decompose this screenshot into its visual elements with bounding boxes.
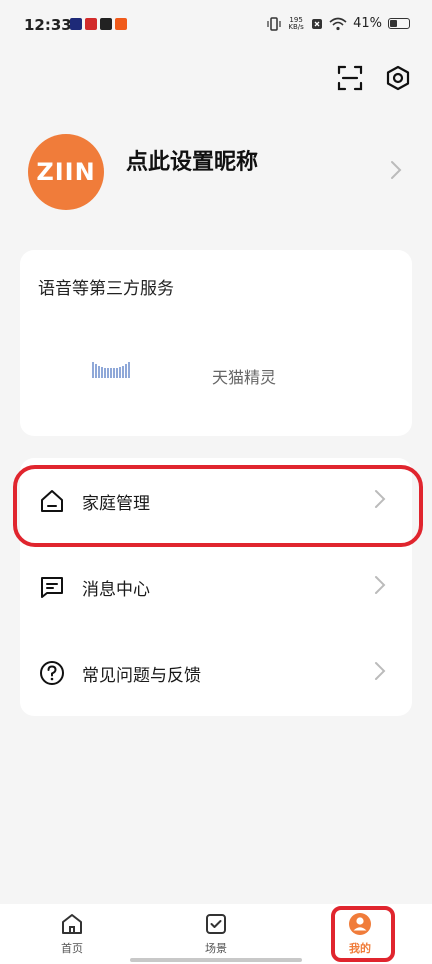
menu-item-message-center[interactable]: 消息中心 [20, 544, 412, 630]
vibrate-icon [267, 16, 281, 31]
chevron-right-icon [374, 575, 386, 599]
tmall-genie-logo[interactable] [90, 358, 134, 380]
wifi-icon [329, 17, 347, 30]
my-page-screen: 12:33 195 KB/s 41% ZIIN 点此设置昵称 语音等第三方服务 … [0, 0, 432, 964]
nav-label: 场景 [205, 942, 227, 955]
avatar[interactable]: ZIIN [28, 134, 104, 210]
battery-percent: 41% [353, 16, 382, 31]
chevron-right-icon [374, 661, 386, 685]
status-time: 12:33 [24, 16, 72, 34]
net-speed: 195 KB/s [287, 16, 305, 31]
notification-app-icon [115, 18, 127, 30]
menu-item-faq-feedback[interactable]: 常见问题与反馈 [20, 630, 412, 716]
notification-app-icon [85, 18, 97, 30]
voice-services-title: 语音等第三方服务 [38, 279, 174, 299]
profile-icon [349, 913, 371, 935]
net-speed-unit: KB/s [288, 22, 304, 31]
status-right: 195 KB/s 41% [267, 16, 410, 31]
notification-app-icon [70, 18, 82, 30]
nav-label: 首页 [61, 942, 83, 955]
sim-off-icon [312, 18, 323, 29]
settings-icon [386, 65, 410, 91]
profile-chevron-icon[interactable] [390, 160, 402, 184]
menu-card: 家庭管理 消息中心 常见问题与反馈 [20, 458, 412, 716]
nav-label: 我的 [349, 942, 371, 955]
nav-tab-scene[interactable]: 场景 [176, 904, 256, 964]
menu-label: 常见问题与反馈 [82, 665, 201, 686]
notification-icons [70, 18, 127, 30]
status-bar: 12:33 195 KB/s 41% [0, 0, 432, 50]
chevron-right-icon [374, 489, 386, 513]
nav-tab-me[interactable]: 我的 [320, 904, 400, 964]
notification-app-icon [100, 18, 112, 30]
nav-tab-home[interactable]: 首页 [32, 904, 112, 964]
home-indicator[interactable] [130, 958, 302, 962]
settings-button[interactable] [384, 64, 412, 92]
help-icon [38, 659, 66, 687]
avatar-logo-text: ZIIN [36, 158, 96, 186]
menu-item-family-management[interactable]: 家庭管理 [20, 458, 412, 544]
battery-icon [388, 18, 410, 29]
message-icon [38, 573, 66, 601]
menu-label: 家庭管理 [82, 493, 150, 514]
nickname-label[interactable]: 点此设置昵称 [126, 144, 258, 176]
scan-button[interactable] [336, 64, 364, 92]
bottom-navigation: 首页 场景 我的 [0, 904, 432, 964]
tmall-genie-label[interactable]: 天猫精灵 [212, 364, 276, 388]
home-icon [38, 487, 66, 515]
scene-checkbox-icon [206, 914, 226, 934]
menu-label: 消息中心 [82, 579, 150, 600]
voice-services-card: 语音等第三方服务 天猫精灵 [20, 250, 412, 436]
home-icon [62, 914, 82, 934]
scan-icon [337, 65, 363, 91]
